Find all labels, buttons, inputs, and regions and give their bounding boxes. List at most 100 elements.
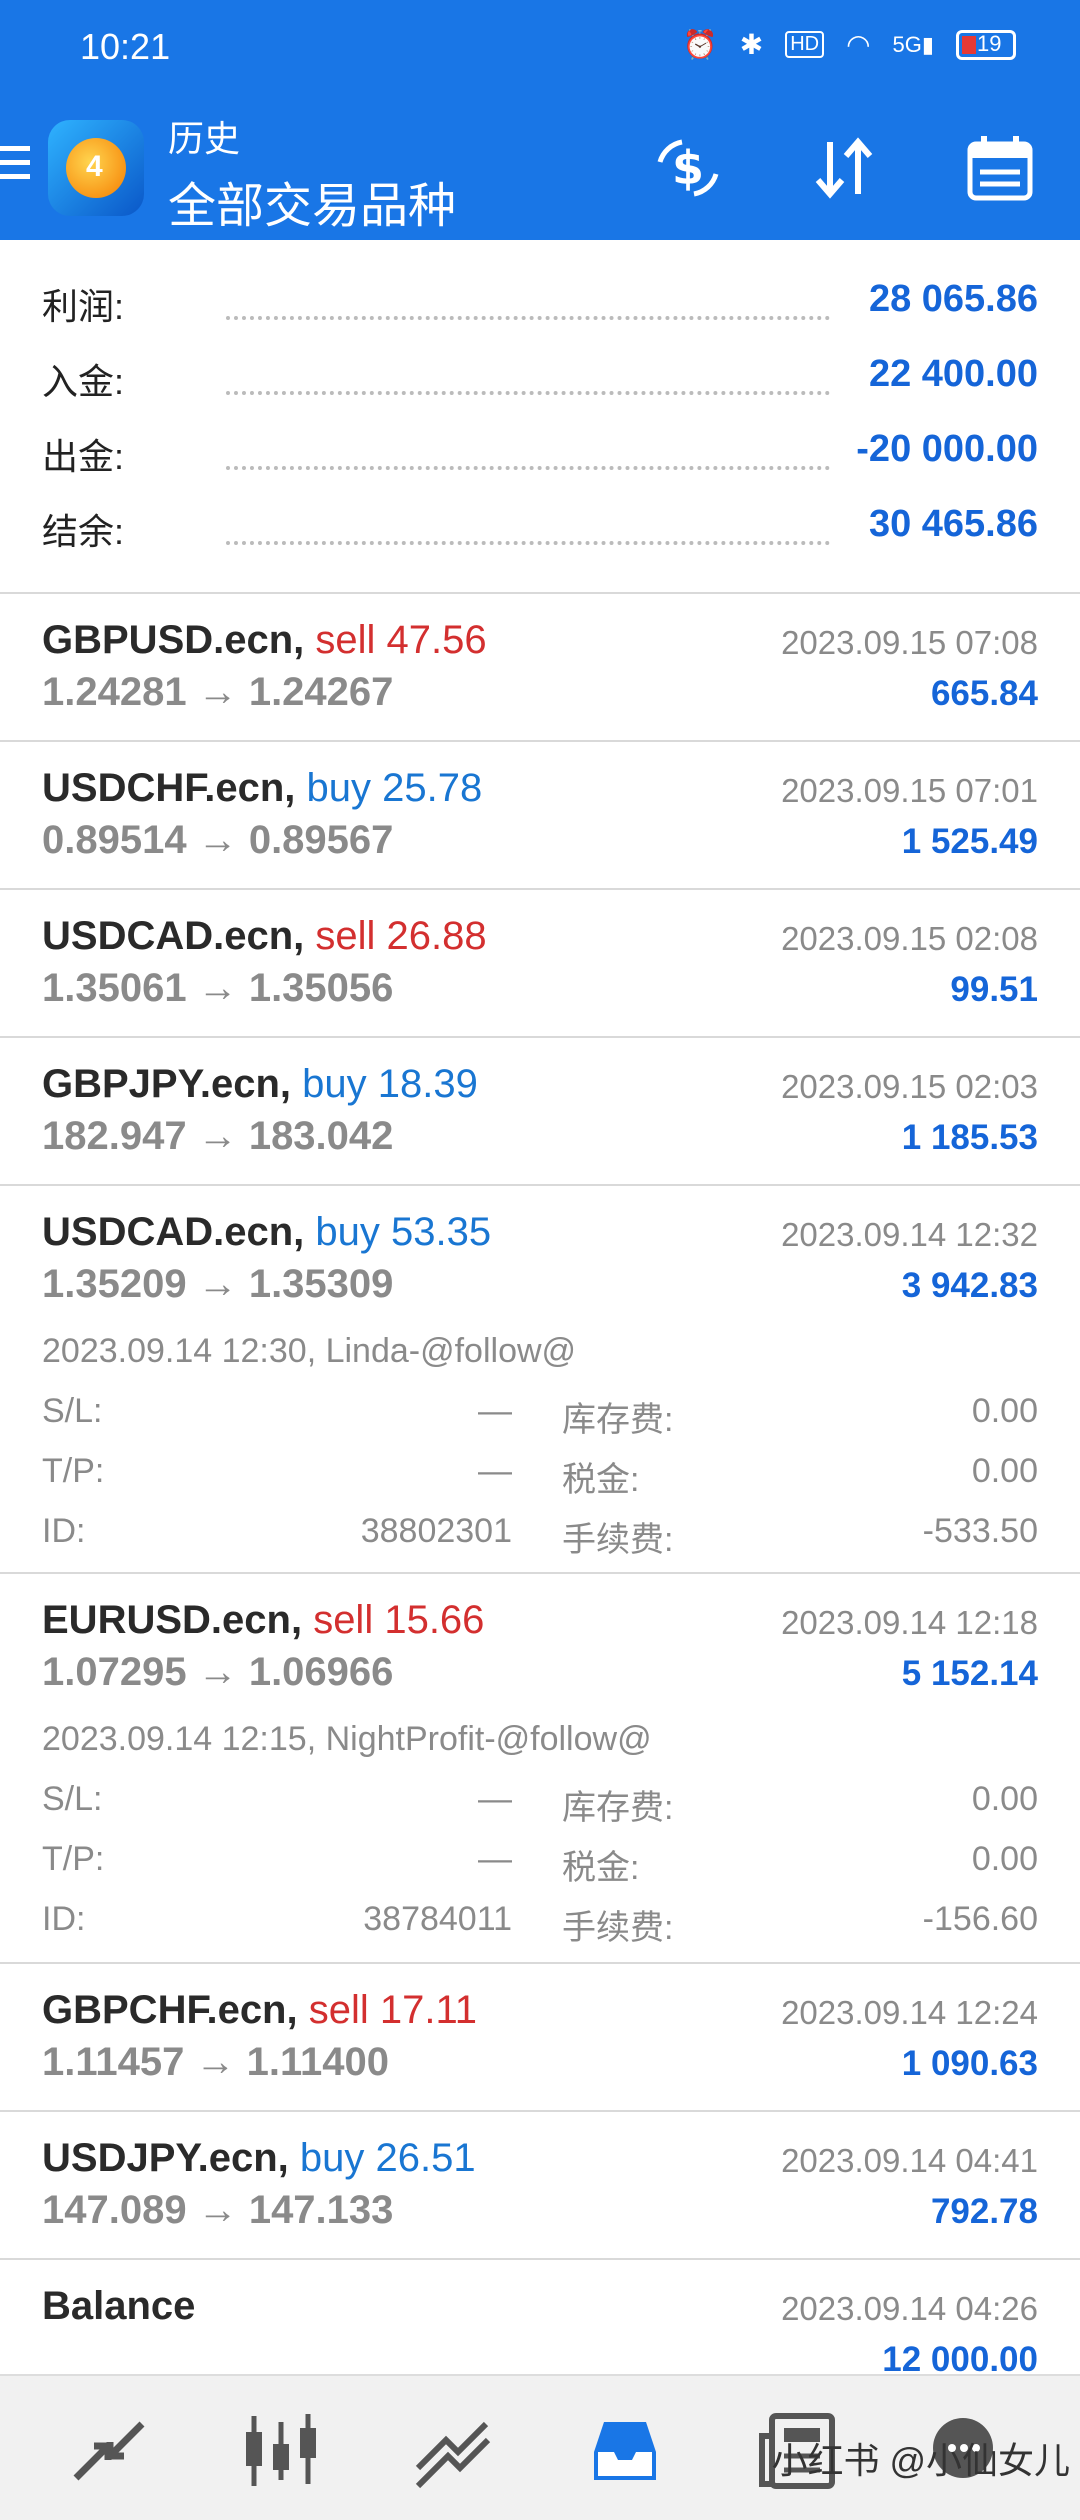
trade-profit: 1 090.63 xyxy=(901,2044,1038,2083)
logo-text: 4 xyxy=(86,150,103,183)
trade-row[interactable]: USDJPY.ecn, buy 26.51 147.089 → 147.133 … xyxy=(0,2112,1080,2258)
trade-time: 2023.09.14 12:18 xyxy=(781,1604,1038,1641)
trade-time: 2023.09.14 12:24 xyxy=(781,1994,1038,2031)
battery-level: 19 xyxy=(977,30,1002,56)
id-value: 38784011 xyxy=(363,1900,512,1938)
trade-row[interactable]: GBPJPY.ecn, buy 18.39 182.947 → 183.042 … xyxy=(0,1038,1080,1184)
balance-label: Balance xyxy=(42,2284,196,2328)
trade-side: sell 47.56 xyxy=(315,618,487,662)
trade-side: sell 17.11 xyxy=(308,1988,477,2032)
battery-icon: 19 xyxy=(956,29,1016,60)
wifi-icon: ◠ xyxy=(846,29,871,60)
trade-prices: 1.11457 → 1.11400 xyxy=(42,2040,389,2084)
summary-value: 30 465.86 xyxy=(868,503,1038,545)
tp-value: — xyxy=(478,1452,512,1490)
summary-label: 结余: xyxy=(42,511,125,552)
trade-row[interactable]: GBPCHF.ecn, sell 17.11 1.11457 → 1.11400… xyxy=(0,1964,1080,2110)
trade-symbol: USDJPY.ecn, buy 26.51 xyxy=(42,2136,476,2180)
trade-symbol: GBPJPY.ecn, buy 18.39 xyxy=(42,1062,478,1106)
trade-row[interactable]: GBPUSD.ecn, sell 47.56 1.24281 → 1.24267… xyxy=(0,594,1080,740)
balance-time: 2023.09.14 04:26 xyxy=(781,2290,1038,2327)
trade-side: buy 18.39 xyxy=(302,1062,478,1106)
trade-row-expanded[interactable]: USDCAD.ecn, buy 53.35 1.35209 → 1.35309 … xyxy=(0,1186,1080,1572)
sort-icon[interactable] xyxy=(804,132,884,204)
trade-prices: 147.089 → 147.133 xyxy=(42,2188,394,2232)
summary-value: 22 400.00 xyxy=(868,353,1038,395)
app-toolbar: 4 历史 全部交易品种 $ xyxy=(0,96,1080,240)
trade-symbol: GBPCHF.ecn, sell 17.11 xyxy=(42,1988,477,2032)
summary-label: 入金: xyxy=(42,361,125,402)
summary-row-deposit: 入金: 22 400.00 xyxy=(0,353,1080,413)
trade-profit: 1 185.53 xyxy=(901,1118,1038,1157)
trade-side: buy 25.78 xyxy=(306,766,483,810)
trade-profit: 99.51 xyxy=(950,970,1038,1009)
trade-profit: 665.84 xyxy=(930,674,1038,713)
trade-row[interactable]: USDCAD.ecn, sell 26.88 1.35061 → 1.35056… xyxy=(0,890,1080,1036)
swap-value: 0.00 xyxy=(971,1392,1038,1430)
5g-signal-icon: 5G▮ xyxy=(892,31,934,57)
history-summary: 利润: 28 065.86 入金: 22 400.00 出金: -20 000.… xyxy=(0,240,1080,592)
fee-value: -533.50 xyxy=(922,1512,1038,1550)
balance-amount: 12 000.00 xyxy=(882,2340,1038,2374)
tp-label: T/P: xyxy=(42,1452,105,1490)
trade-side: sell 15.66 xyxy=(313,1598,485,1642)
sl-label: S/L: xyxy=(42,1392,103,1430)
sl-label: S/L: xyxy=(42,1780,103,1818)
trade-time: 2023.09.15 07:01 xyxy=(781,772,1038,809)
trade-time: 2023.09.15 02:03 xyxy=(781,1068,1038,1105)
symbol-filter[interactable]: 全部交易品种 xyxy=(168,166,456,236)
tax-value: 0.00 xyxy=(971,1452,1038,1490)
trade-profit: 1 525.49 xyxy=(901,822,1038,861)
tax-label: 税金: xyxy=(562,1461,640,1499)
trade-side: buy 53.35 xyxy=(315,1210,492,1254)
trade-symbol: USDCHF.ecn, buy 25.78 xyxy=(42,766,483,810)
id-label: ID: xyxy=(42,1900,86,1938)
summary-row-profit: 利润: 28 065.86 xyxy=(0,278,1080,338)
fee-value: -156.60 xyxy=(922,1900,1038,1938)
trade-side: sell 26.88 xyxy=(315,914,487,958)
trade-symbol: GBPUSD.ecn, sell 47.56 xyxy=(42,618,487,662)
trade-side: buy 26.51 xyxy=(299,2136,476,2180)
swap-label: 库存费: xyxy=(562,1789,674,1827)
trade-time: 2023.09.14 12:32 xyxy=(781,1216,1038,1253)
summary-row-balance: 结余: 30 465.86 xyxy=(0,503,1080,563)
tp-value: — xyxy=(478,1840,512,1878)
trade-prices: 1.35209 → 1.35309 xyxy=(42,1262,394,1306)
currency-exchange-icon[interactable]: $ xyxy=(648,132,728,204)
tax-value: 0.00 xyxy=(971,1840,1038,1878)
trade-prices: 1.35061 → 1.35056 xyxy=(42,966,394,1010)
id-value: 38802301 xyxy=(360,1512,512,1550)
balance-row[interactable]: Balance 2023.09.14 04:26 12 000.00 xyxy=(0,2260,1080,2374)
trade-row[interactable]: USDCHF.ecn, buy 25.78 0.89514 → 0.89567 … xyxy=(0,742,1080,888)
hd-icon: HD xyxy=(785,31,825,58)
trade-row-expanded[interactable]: EURUSD.ecn, sell 15.66 1.07295 → 1.06966… xyxy=(0,1574,1080,1962)
trade-prices: 1.24281 → 1.24267 xyxy=(42,670,394,714)
trade-profit: 792.78 xyxy=(930,2192,1038,2231)
history-icon[interactable] xyxy=(580,2406,670,2496)
calendar-icon[interactable] xyxy=(960,132,1040,204)
trade-symbol: USDCAD.ecn, buy 53.35 xyxy=(42,1210,492,1254)
trade-icon[interactable] xyxy=(408,2406,498,2496)
watermark-text: 小红书 @小仙女儿 xyxy=(771,2440,1070,2481)
summary-label: 利润: xyxy=(42,286,125,327)
swap-value: 0.00 xyxy=(971,1780,1038,1818)
svg-text:$: $ xyxy=(672,141,704,195)
trade-profit: 3 942.83 xyxy=(901,1266,1038,1305)
trade-time: 2023.09.15 02:08 xyxy=(781,920,1038,957)
bottom-navigation: 小红书 @小仙女儿 xyxy=(0,2374,1080,2520)
bluetooth-icon: ✱ xyxy=(739,29,764,60)
quotes-icon[interactable] xyxy=(64,2406,154,2496)
summary-row-withdrawal: 出金: -20 000.00 xyxy=(0,428,1080,488)
trade-symbol: EURUSD.ecn, sell 15.66 xyxy=(42,1598,485,1642)
chart-icon[interactable] xyxy=(236,2406,326,2496)
sl-value: — xyxy=(478,1392,512,1430)
fee-label: 手续费: xyxy=(562,1521,674,1559)
trade-profit: 5 152.14 xyxy=(901,1654,1038,1693)
summary-label: 出金: xyxy=(42,436,125,477)
trade-symbol: USDCAD.ecn, sell 26.88 xyxy=(42,914,487,958)
summary-value: -20 000.00 xyxy=(856,428,1038,470)
sl-value: — xyxy=(478,1780,512,1818)
trade-prices: 1.07295 → 1.06966 xyxy=(42,1650,394,1694)
tp-label: T/P: xyxy=(42,1840,105,1878)
menu-icon[interactable] xyxy=(0,146,30,188)
